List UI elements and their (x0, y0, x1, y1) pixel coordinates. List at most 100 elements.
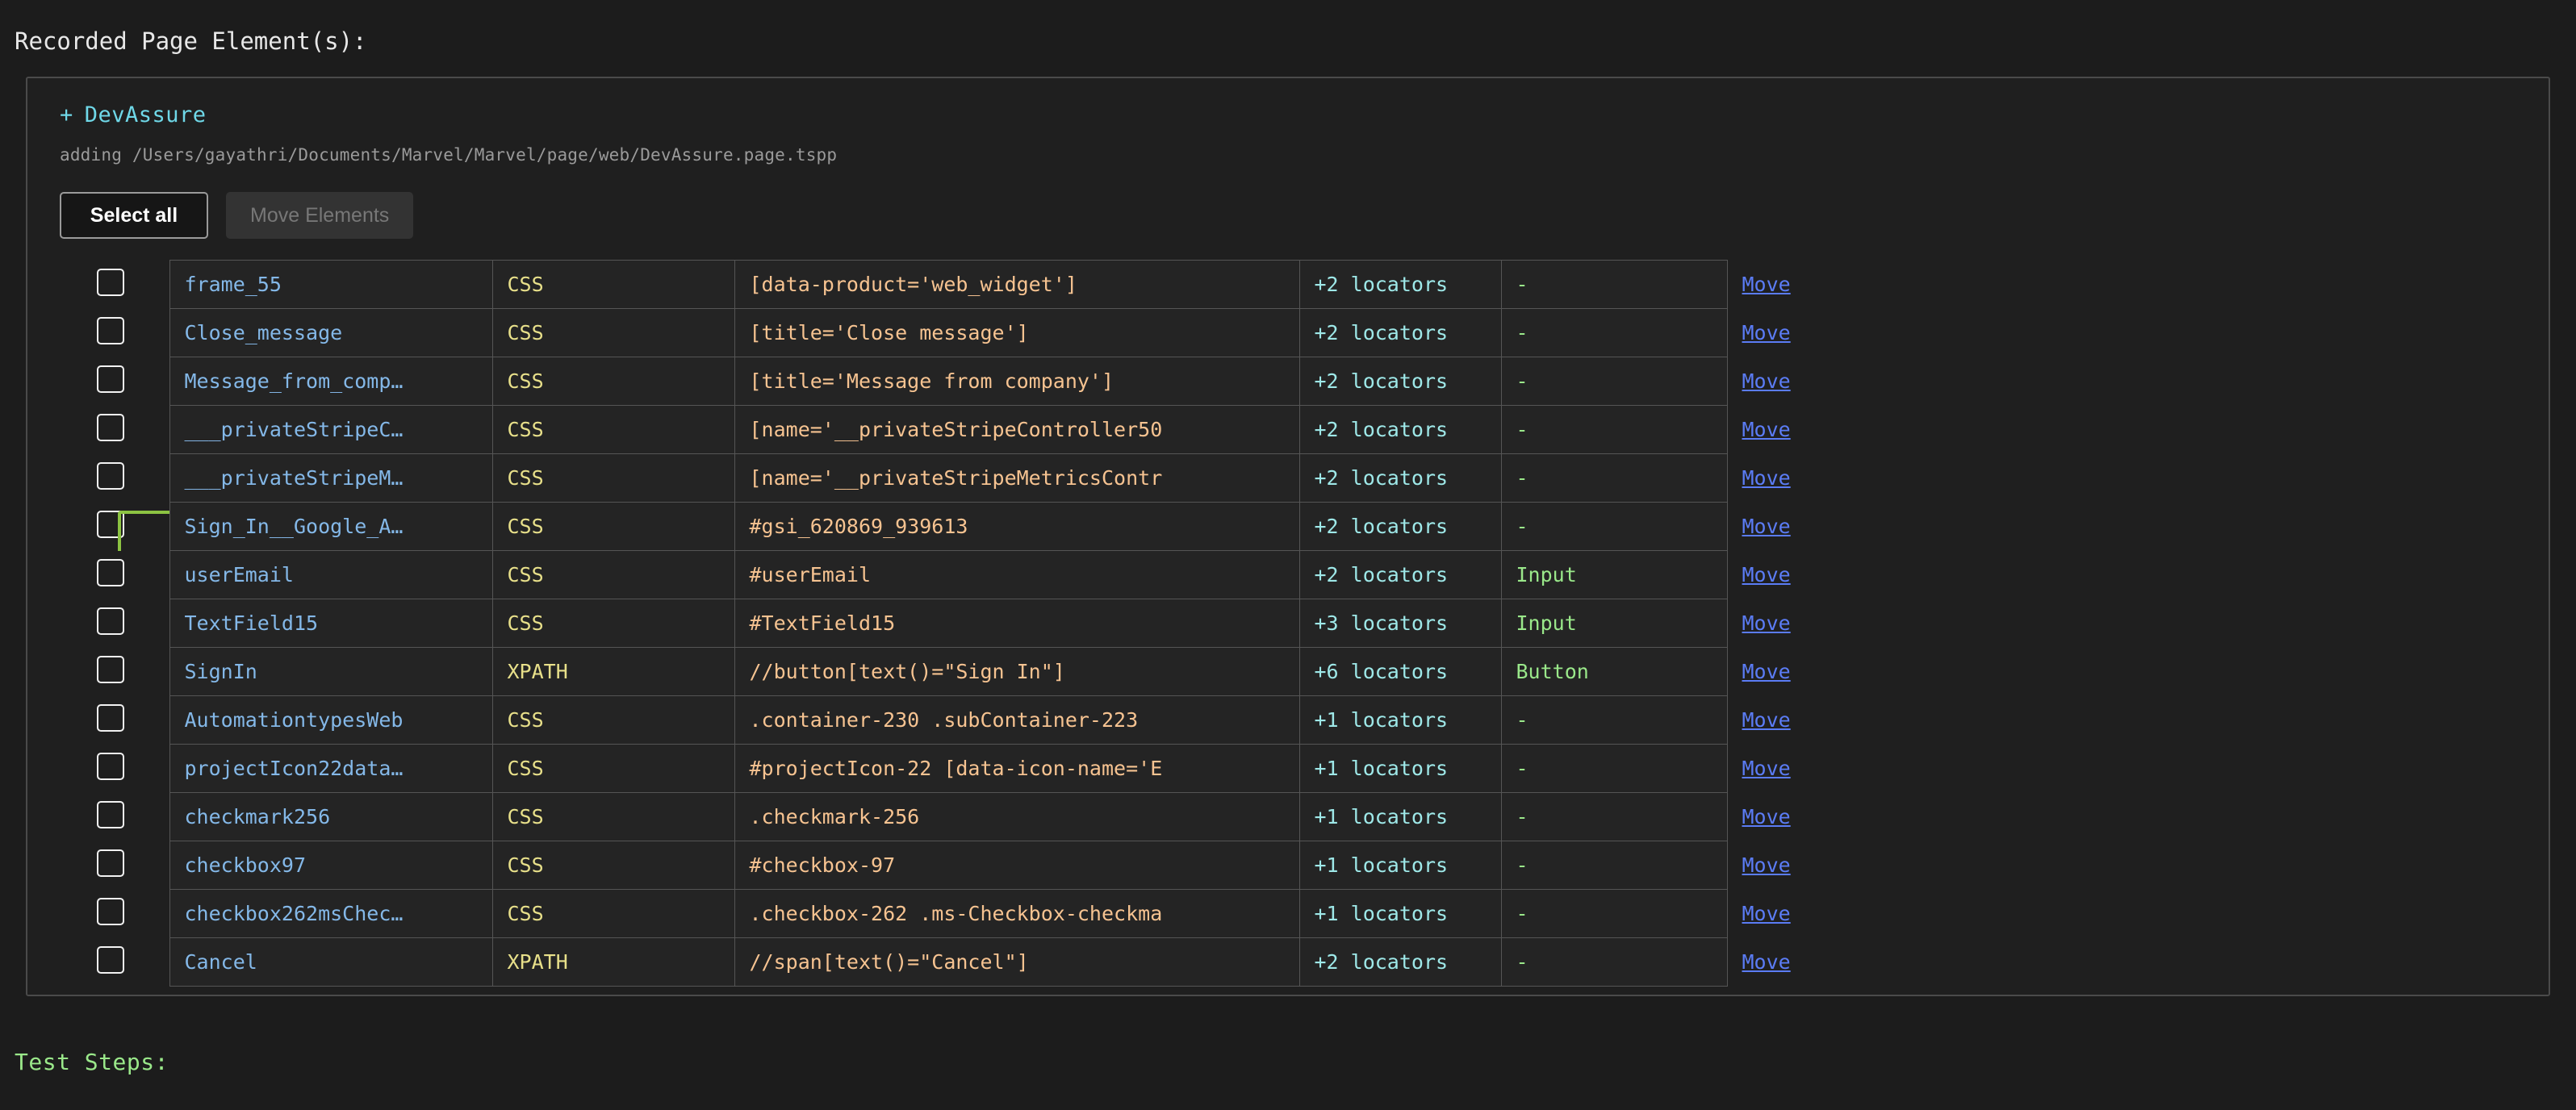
move-link[interactable]: Move (1742, 611, 1791, 635)
expand-plus-icon[interactable]: + (60, 102, 73, 127)
locator-value-cell: //button[text()="Sign In"] (734, 648, 1299, 696)
element-name-cell: Cancel (169, 938, 492, 987)
table-row[interactable]: checkbox97CSS#checkbox-97+1 locators-Mov… (82, 841, 1937, 890)
move-link[interactable]: Move (1742, 708, 1791, 732)
row-checkbox[interactable] (97, 559, 124, 586)
locator-type-cell: CSS (492, 454, 734, 503)
row-checkbox[interactable] (97, 753, 124, 780)
row-checkbox-cell (82, 454, 169, 503)
table-row[interactable]: AutomationtypesWebCSS.container-230 .sub… (82, 696, 1937, 745)
element-type-cell: - (1501, 357, 1727, 406)
row-checkbox[interactable] (97, 801, 124, 828)
element-type-cell: Button (1501, 648, 1727, 696)
move-cell: Move (1727, 745, 1937, 793)
table-row[interactable]: checkbox262msChec…CSS.checkbox-262 .ms-C… (82, 890, 1937, 938)
locator-type-cell: CSS (492, 503, 734, 551)
row-checkbox-cell (82, 551, 169, 599)
locator-type-cell: CSS (492, 890, 734, 938)
move-cell: Move (1727, 599, 1937, 648)
row-checkbox-cell (82, 599, 169, 648)
table-row[interactable]: projectIcon22data…CSS#projectIcon-22 [da… (82, 745, 1937, 793)
locator-type-cell: XPATH (492, 648, 734, 696)
table-row[interactable]: SignInXPATH//button[text()="Sign In"]+6 … (82, 648, 1937, 696)
locator-count-cell: +1 locators (1299, 841, 1501, 890)
locator-value-cell: //span[text()="Cancel"] (734, 938, 1299, 987)
move-link[interactable]: Move (1742, 563, 1791, 586)
element-name-cell: frame_55 (169, 261, 492, 309)
locator-value-cell: [name='__privateStripeMetricsContr (734, 454, 1299, 503)
move-cell: Move (1727, 261, 1937, 309)
select-all-button[interactable]: Select all (60, 192, 208, 239)
move-link[interactable]: Move (1742, 950, 1791, 974)
locator-count-cell: +1 locators (1299, 745, 1501, 793)
move-link[interactable]: Move (1742, 853, 1791, 877)
row-checkbox[interactable] (97, 414, 124, 441)
move-cell: Move (1727, 648, 1937, 696)
row-checkbox[interactable] (97, 511, 124, 538)
test-steps-heading: Test Steps: (15, 1049, 169, 1075)
table-row[interactable]: frame_55CSS[data-product='web_widget']+2… (82, 261, 1937, 309)
row-checkbox-cell (82, 503, 169, 551)
row-checkbox[interactable] (97, 317, 124, 344)
move-link[interactable]: Move (1742, 418, 1791, 441)
element-type-cell: - (1501, 406, 1727, 454)
row-checkbox[interactable] (97, 849, 124, 877)
move-link[interactable]: Move (1742, 902, 1791, 925)
recorded-elements-page: Recorded Page Element(s): +DevAssure add… (0, 0, 2576, 1110)
locator-value-cell: [name='__privateStripeController50 (734, 406, 1299, 454)
locator-type-cell: CSS (492, 406, 734, 454)
row-checkbox-cell (82, 261, 169, 309)
element-name-cell: TextField15 (169, 599, 492, 648)
table-row[interactable]: Sign_In__Google_A…CSS#gsi_620869_939613+… (82, 503, 1937, 551)
move-cell: Move (1727, 406, 1937, 454)
element-name-cell: AutomationtypesWeb (169, 696, 492, 745)
move-cell: Move (1727, 841, 1937, 890)
element-name-cell: checkbox262msChec… (169, 890, 492, 938)
element-name-cell: ___privateStripeC… (169, 406, 492, 454)
row-checkbox-cell (82, 696, 169, 745)
move-link[interactable]: Move (1742, 515, 1791, 538)
locator-count-cell: +2 locators (1299, 454, 1501, 503)
move-link[interactable]: Move (1742, 757, 1791, 780)
element-name-cell: projectIcon22data… (169, 745, 492, 793)
recorded-elements-panel: +DevAssure adding /Users/gayathri/Docume… (26, 77, 2550, 996)
table-row[interactable]: userEmailCSS#userEmail+2 locatorsInputMo… (82, 551, 1937, 599)
element-type-cell: - (1501, 309, 1727, 357)
row-checkbox[interactable] (97, 946, 124, 974)
row-checkbox[interactable] (97, 269, 124, 296)
table-body: frame_55CSS[data-product='web_widget']+2… (82, 261, 1937, 987)
move-link[interactable]: Move (1742, 660, 1791, 683)
move-elements-button[interactable]: Move Elements (226, 192, 413, 239)
element-type-cell: - (1501, 841, 1727, 890)
element-type-cell: - (1501, 938, 1727, 987)
row-checkbox-cell (82, 938, 169, 987)
locator-type-cell: CSS (492, 599, 734, 648)
move-link[interactable]: Move (1742, 805, 1791, 828)
table-row[interactable]: checkmark256CSS.checkmark-256+1 locators… (82, 793, 1937, 841)
row-checkbox[interactable] (97, 365, 124, 393)
table-row[interactable]: TextField15CSS#TextField15+3 locatorsInp… (82, 599, 1937, 648)
row-checkbox[interactable] (97, 704, 124, 732)
element-name-cell: ___privateStripeM… (169, 454, 492, 503)
table-row[interactable]: CancelXPATH//span[text()="Cancel"]+2 loc… (82, 938, 1937, 987)
element-type-cell: - (1501, 890, 1727, 938)
move-link[interactable]: Move (1742, 273, 1791, 296)
row-checkbox[interactable] (97, 607, 124, 635)
table-row[interactable]: Message_from_comp…CSS[title='Message fro… (82, 357, 1937, 406)
table-row[interactable]: ___privateStripeC…CSS[name='__privateStr… (82, 406, 1937, 454)
table-row[interactable]: ___privateStripeM…CSS[name='__privateStr… (82, 454, 1937, 503)
move-link[interactable]: Move (1742, 321, 1791, 344)
move-cell: Move (1727, 454, 1937, 503)
row-checkbox-cell (82, 841, 169, 890)
element-type-cell: - (1501, 745, 1727, 793)
locator-count-cell: +2 locators (1299, 503, 1501, 551)
row-checkbox[interactable] (97, 462, 124, 490)
table-row[interactable]: Close_messageCSS[title='Close message']+… (82, 309, 1937, 357)
move-link[interactable]: Move (1742, 466, 1791, 490)
locator-value-cell: #gsi_620869_939613 (734, 503, 1299, 551)
locator-type-cell: CSS (492, 309, 734, 357)
page-node-devassure[interactable]: +DevAssure (60, 102, 207, 127)
move-link[interactable]: Move (1742, 369, 1791, 393)
row-checkbox[interactable] (97, 898, 124, 925)
row-checkbox[interactable] (97, 656, 124, 683)
